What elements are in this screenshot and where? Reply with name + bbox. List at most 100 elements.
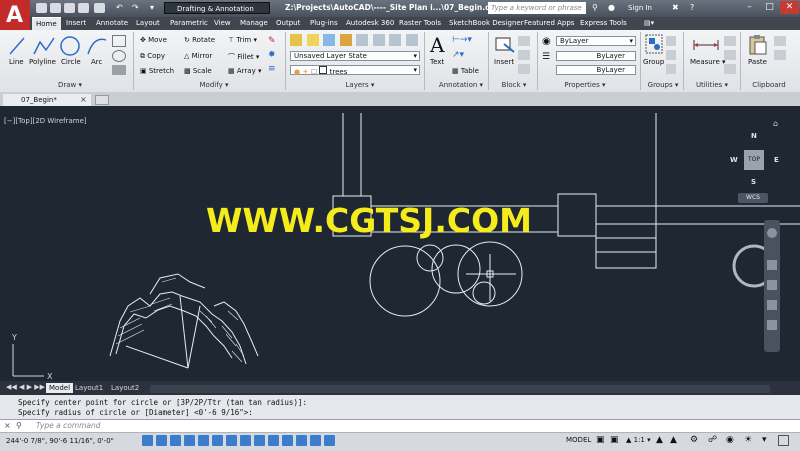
horizontal-scrollbar[interactable] — [150, 385, 770, 393]
layer-previous-icon[interactable] — [372, 34, 385, 46]
layer-lock-icon[interactable] — [339, 34, 352, 46]
hatch-icon[interactable] — [112, 65, 126, 75]
help-icon[interactable]: ? — [690, 3, 694, 12]
layers-panel-title[interactable]: Layers ▾ — [330, 81, 390, 91]
showmotion-icon[interactable] — [767, 320, 777, 330]
search-input[interactable]: Type a keyword or phrase — [488, 2, 586, 14]
groups-panel-title[interactable]: Groups ▾ — [645, 81, 681, 91]
modify-extra-tools[interactable]: ✎ ✸ ≡ — [268, 36, 280, 78]
object-snap-tracking-icon[interactable] — [240, 435, 251, 446]
dimension-icon[interactable]: ⊢→▾ — [452, 35, 472, 45]
status-menu-icon[interactable]: ▾ — [762, 435, 767, 445]
trim-button[interactable]: ⊤ Trim ▾ — [228, 36, 257, 44]
close-tab-icon[interactable]: × — [80, 95, 87, 104]
utilities-extra-tools[interactable] — [724, 36, 736, 78]
linetype-select[interactable]: ByLayer — [556, 65, 636, 75]
sign-in-link[interactable]: Sign In — [628, 4, 652, 12]
tab-home[interactable]: Home — [32, 17, 61, 30]
draw-extra-tools[interactable] — [112, 35, 126, 75]
layer-isolate-icon[interactable] — [389, 34, 402, 46]
toolbar-lock-icon[interactable]: ☍ — [708, 435, 717, 445]
transparency-icon[interactable] — [296, 435, 307, 446]
group-icon[interactable] — [645, 34, 663, 54]
ellipse-icon[interactable] — [112, 50, 126, 62]
command-line[interactable] — [0, 419, 800, 433]
block-panel-title[interactable]: Block ▾ — [494, 81, 534, 91]
infer-constraints-icon[interactable] — [142, 435, 153, 446]
table-button[interactable]: ▦ Table — [452, 67, 479, 75]
new-tab-button[interactable] — [95, 95, 109, 105]
measure-icon[interactable] — [692, 36, 720, 54]
lineweight-select[interactable]: ByLayer — [556, 51, 636, 61]
edit-block-icon[interactable] — [518, 50, 530, 60]
workspace-select[interactable]: Drafting & Annotation — [164, 2, 270, 14]
clipboard-panel-title[interactable]: Clipboard — [744, 81, 794, 91]
application-menu-button[interactable]: A — [0, 0, 30, 30]
compass-west[interactable]: W — [730, 156, 738, 164]
offset-icon[interactable]: ≡ — [268, 64, 280, 74]
annotation-visibility-icon[interactable]: ▲ — [656, 435, 663, 445]
grid-display-icon[interactable] — [170, 435, 181, 446]
move-button[interactable]: ✥ Move — [140, 36, 167, 44]
tab-express-tools[interactable]: Express Tools — [576, 17, 631, 30]
quick-select-icon[interactable] — [724, 36, 736, 46]
layer-freeze-icon[interactable] — [323, 34, 336, 46]
open-file-icon[interactable] — [50, 3, 61, 13]
close-icon[interactable]: ✕ — [780, 1, 799, 14]
create-block-icon[interactable] — [518, 36, 530, 46]
modify-panel-title[interactable]: Modify ▾ — [184, 81, 244, 91]
ortho-mode-icon[interactable] — [184, 435, 195, 446]
calculator-icon[interactable] — [724, 64, 736, 74]
tab-model[interactable]: Model — [46, 383, 74, 393]
circle-button[interactable]: Circle — [61, 58, 81, 66]
command-search-icon[interactable]: ⚲ — [16, 421, 22, 430]
minimize-icon[interactable]: – — [740, 1, 759, 14]
explode-icon[interactable]: ✸ — [268, 50, 280, 60]
isolate-objects-icon[interactable]: ☀ — [744, 435, 752, 445]
erase-icon[interactable]: ✎ — [268, 36, 280, 46]
utilities-panel-title[interactable]: Utilities ▾ — [690, 81, 734, 91]
hardware-acceleration-icon[interactable]: ◉ — [726, 435, 734, 445]
new-file-icon[interactable] — [36, 3, 47, 13]
properties-panel-title[interactable]: Properties ▾ — [560, 81, 610, 91]
compass-east[interactable]: E — [774, 156, 779, 164]
close-command-icon[interactable]: × — [4, 421, 11, 430]
polyline-button[interactable]: Polyline — [29, 58, 56, 66]
tab-view[interactable]: View — [210, 17, 235, 30]
quick-view-drawings-icon[interactable]: ▣ — [610, 435, 619, 445]
save-as-icon[interactable] — [78, 3, 89, 13]
ribbon-minimize-icon[interactable]: ▤▾ — [640, 17, 658, 30]
color-select[interactable]: ByLayer ▾ — [556, 36, 636, 46]
selection-cycling-icon[interactable] — [324, 435, 335, 446]
quick-view-layouts-icon[interactable]: ▣ — [596, 435, 605, 445]
mirror-button[interactable]: △ Mirror — [184, 52, 212, 60]
maximize-icon[interactable]: □ — [760, 1, 779, 14]
tab-raster-tools[interactable]: Raster Tools — [395, 17, 445, 30]
polar-tracking-icon[interactable] — [198, 435, 209, 446]
cut-icon[interactable] — [774, 36, 786, 46]
draw-panel-title[interactable]: Draw ▾ — [40, 81, 100, 91]
rotate-button[interactable]: ↻ Rotate — [184, 36, 215, 44]
pan-icon[interactable] — [767, 260, 777, 270]
measure-button[interactable]: Measure ▾ — [690, 58, 726, 66]
lineweight-icon[interactable] — [282, 435, 293, 446]
compass-north[interactable]: N — [751, 132, 757, 140]
model-space-button[interactable]: MODEL — [566, 436, 591, 444]
compass-south[interactable]: S — [751, 178, 756, 186]
steering-wheel-icon[interactable] — [767, 228, 777, 238]
paste-button[interactable]: Paste — [748, 58, 767, 66]
text-button[interactable]: Text — [430, 58, 444, 66]
redo-icon[interactable]: ↷ — [132, 3, 139, 12]
orbit-icon[interactable] — [767, 300, 777, 310]
ungroup-icon[interactable] — [666, 36, 676, 46]
fillet-button[interactable]: ⌒ Fillet ▾ — [228, 52, 259, 62]
layer-tool-icons[interactable] — [290, 34, 420, 48]
exchange-icon[interactable]: ✖ — [672, 3, 679, 12]
layer-state-select[interactable]: Unsaved Layer State ▾ — [290, 51, 420, 61]
dynamic-input-icon[interactable] — [268, 435, 279, 446]
stretch-button[interactable]: ▣ Stretch — [140, 67, 174, 75]
tab-featured-apps[interactable]: Featured Apps — [520, 17, 578, 30]
tab-layout1[interactable]: Layout1 — [72, 383, 106, 393]
undo-icon[interactable]: ↶ — [116, 3, 123, 12]
group-extra-tools[interactable] — [666, 36, 676, 76]
